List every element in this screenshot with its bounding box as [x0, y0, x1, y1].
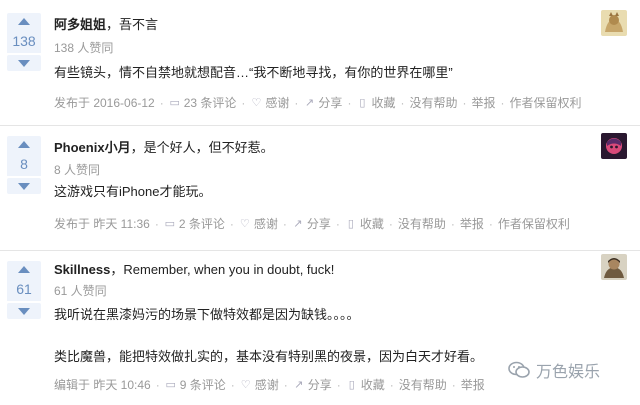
post-date[interactable]: 发布于 昨天 11:36: [54, 215, 150, 232]
triangle-up-icon: [18, 140, 30, 148]
author-name[interactable]: 阿多姐姐: [54, 17, 106, 32]
upvote-button[interactable]: [7, 261, 41, 277]
heart-icon: ♡: [240, 378, 251, 391]
answer-content: 这游戏只有iPhone才能玩。: [54, 184, 212, 199]
thanks-button[interactable]: ♡ 感谢: [239, 215, 278, 232]
collect-button[interactable]: ▯ 收藏: [345, 215, 384, 232]
author-bio: ，吾不言: [106, 17, 159, 32]
comments-link[interactable]: ▭ 2 条评论: [164, 215, 225, 232]
collect-label: 收藏: [371, 96, 396, 110]
rights-notice[interactable]: 作者保留权利: [498, 215, 570, 232]
collect-button[interactable]: ▯ 收藏: [346, 376, 385, 393]
unhelpful-button[interactable]: 没有帮助: [398, 215, 446, 232]
author-line: Skillness，Remember, when you in doubt, f…: [54, 259, 334, 278]
answer-item: 8 Phoenix小月，是个好人，但不好惹。 8 人赞同 这游戏只有iPhone…: [0, 128, 640, 238]
author-bio: ，Remember, when you in doubt, fuck!: [110, 262, 335, 277]
likes-count[interactable]: 138 人赞同: [54, 39, 113, 56]
downvote-button[interactable]: [7, 178, 41, 194]
avatar[interactable]: [601, 133, 627, 159]
vote-count: 61: [7, 277, 41, 301]
thanks-label: 感谢: [265, 96, 290, 110]
bookmark-icon: ▯: [359, 96, 366, 109]
comment-icon: ▭: [164, 217, 176, 230]
triangle-up-icon: [18, 17, 30, 25]
vote-widget: 8: [7, 136, 43, 194]
vote-count: 8: [7, 152, 41, 176]
thanks-button[interactable]: ♡ 感谢: [250, 94, 289, 111]
comment-icon: ▭: [165, 378, 176, 391]
answer-content: 有些镜头，情不自禁地就想配音…“我不断地寻找，有你的世界在哪里”: [54, 65, 453, 80]
share-icon: ↗: [304, 96, 315, 109]
comments-label: 23 条评论: [183, 96, 237, 110]
comments-link[interactable]: ▭ 23 条评论: [169, 94, 237, 111]
thanks-button[interactable]: ♡ 感谢: [240, 376, 279, 393]
author-line: Phoenix小月，是个好人，但不好惹。: [54, 137, 274, 156]
likes-count[interactable]: 61 人赞同: [54, 282, 107, 299]
comment-icon: ▭: [169, 96, 180, 109]
share-button[interactable]: ↗ 分享: [292, 215, 331, 232]
collect-label: 收藏: [359, 217, 384, 231]
answer-content: 我听说在黑漆妈污的场景下做特效都是因为缺钱。。。。: [54, 307, 360, 322]
vote-count: 138: [7, 29, 41, 53]
collect-button[interactable]: ▯ 收藏: [356, 94, 395, 111]
thanks-label: 感谢: [253, 217, 278, 231]
heart-icon: ♡: [239, 217, 250, 230]
avatar[interactable]: [601, 10, 627, 36]
downvote-button[interactable]: [7, 55, 41, 71]
share-icon: ↗: [293, 217, 303, 230]
bookmark-icon: ▯: [347, 217, 354, 230]
upvote-button[interactable]: [7, 13, 41, 29]
report-button[interactable]: 举报: [461, 376, 485, 393]
author-bio: ，是个好人，但不好惹。: [130, 140, 274, 155]
answer-meta: 发布于 2016-06-12 · ▭ 23 条评论 · ♡ 感谢 · ↗ 分享 · ▯…: [54, 94, 582, 111]
watermark-text: 万色娱乐: [536, 364, 601, 381]
answer-item: 138 阿多姐姐，吾不言 138 人赞同 有些镜头，情不自禁地就想配音…“我不断…: [0, 0, 640, 124]
comments-link[interactable]: ▭ 9 条评论: [165, 376, 226, 393]
vote-widget: 61: [7, 261, 43, 319]
answer-content: 类比魔兽，能把特效做扎实的，基本没有特别黑的夜景，因为白天才好看。: [54, 349, 484, 364]
share-label: 分享: [318, 96, 343, 110]
share-icon: ↗: [294, 378, 304, 391]
upvote-button[interactable]: [7, 136, 41, 152]
downvote-button[interactable]: [7, 303, 41, 319]
share-label: 分享: [307, 378, 332, 392]
share-label: 分享: [306, 217, 331, 231]
answer-item: 61 Skillness，Remember, when you in doubt…: [0, 254, 640, 405]
author-line: 阿多姐姐，吾不言: [54, 14, 158, 33]
avatar[interactable]: [601, 254, 627, 280]
bookmark-icon: ▯: [348, 378, 355, 391]
share-button[interactable]: ↗ 分享: [303, 94, 343, 111]
rights-notice[interactable]: 作者保留权利: [509, 94, 581, 111]
triangle-down-icon: [18, 182, 30, 190]
report-button[interactable]: 举报: [460, 215, 484, 232]
unhelpful-button[interactable]: 没有帮助: [399, 376, 447, 393]
heart-icon: ♡: [251, 96, 262, 109]
watermark: 万色娱乐: [508, 358, 600, 382]
wechat-icon: [508, 361, 530, 378]
author-name[interactable]: Skillness: [54, 262, 110, 277]
thanks-label: 感谢: [254, 378, 279, 392]
comments-label: 2 条评论: [178, 217, 225, 231]
unhelpful-button[interactable]: 没有帮助: [409, 94, 457, 111]
share-button[interactable]: ↗ 分享: [293, 376, 332, 393]
author-name[interactable]: Phoenix小月: [54, 140, 131, 155]
answer-meta: 编辑于 昨天 10:46 · ▭ 9 条评论 · ♡ 感谢 · ↗ 分享 · ▯ 收藏 …: [54, 376, 485, 393]
post-date[interactable]: 发布于 2016-06-12: [54, 94, 155, 111]
likes-count[interactable]: 8 人赞同: [54, 161, 100, 178]
triangle-down-icon: [18, 59, 30, 67]
report-button[interactable]: 举报: [471, 94, 495, 111]
answer-meta: 发布于 昨天 11:36 · ▭ 2 条评论 · ♡ 感谢 · ↗ 分享 · ▯ 收藏 …: [54, 215, 570, 232]
post-date[interactable]: 编辑于 昨天 10:46: [54, 376, 151, 393]
triangle-up-icon: [18, 265, 30, 273]
collect-label: 收藏: [360, 378, 385, 392]
vote-widget: 138: [7, 13, 43, 71]
triangle-down-icon: [18, 307, 30, 315]
comments-label: 9 条评论: [179, 378, 226, 392]
